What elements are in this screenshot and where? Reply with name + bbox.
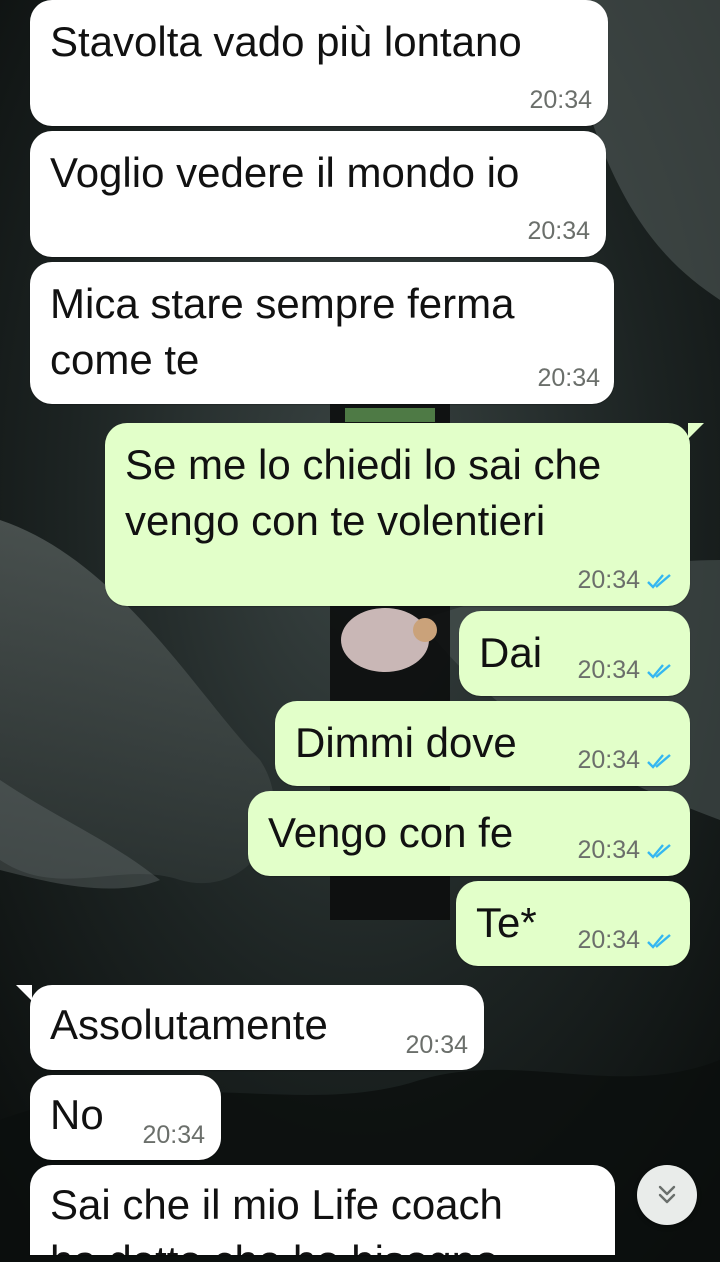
message-meta: 20:34 (577, 926, 674, 955)
message-text: Mica stare sempre ferma come te (50, 280, 515, 383)
message-text: Vengo con fe (268, 809, 514, 856)
message-bubble-incoming[interactable]: Stavolta vado più lontano 20:34 (30, 0, 608, 126)
message-bubble-incoming[interactable]: Assolutamente 20:34 (16, 985, 484, 1070)
message-time: 20:34 (577, 746, 640, 774)
message-time: 20:34 (537, 364, 600, 392)
message-time: 20:34 (527, 217, 590, 245)
message-time: 20:34 (577, 566, 640, 594)
message-bubble-incoming[interactable]: Sai che il mio Life coach ha detto che h… (30, 1165, 615, 1255)
message-meta: 20:34 (577, 566, 674, 595)
message-bubble-outgoing[interactable]: Dimmi dove 20:34 (275, 701, 690, 786)
message-meta: 20:34 (577, 656, 674, 685)
message-text: Se me lo chiedi lo sai che vengo con te … (125, 441, 602, 544)
message-time: 20:34 (577, 836, 640, 864)
message-meta: 20:34 (577, 746, 674, 775)
message-time: 20:34 (405, 1031, 468, 1059)
message-text: Voglio vedere il mondo io (50, 149, 520, 196)
message-time: 20:34 (577, 656, 640, 684)
double-chevron-down-icon (658, 1185, 676, 1204)
double-check-read-icon (647, 663, 671, 679)
message-bubble-outgoing[interactable]: Vengo con fe 20:34 (248, 791, 690, 876)
double-check-read-icon (647, 843, 671, 859)
message-time: 20:34 (142, 1121, 205, 1149)
message-text: Te* (476, 899, 537, 946)
double-check-read-icon (647, 573, 671, 589)
message-bubble-outgoing[interactable]: Dai 20:34 (459, 611, 690, 696)
message-bubble-incoming[interactable]: Mica stare sempre ferma come te 20:34 (30, 262, 614, 404)
message-time: 20:34 (577, 926, 640, 954)
message-time: 20:34 (529, 86, 592, 114)
message-bubble-incoming[interactable]: No 20:34 (30, 1075, 221, 1160)
message-bubble-incoming[interactable]: Voglio vedere il mondo io 20:34 (30, 131, 606, 257)
message-text: Dimmi dove (295, 719, 517, 766)
double-check-read-icon (647, 933, 671, 949)
message-text: Dai (479, 629, 543, 676)
message-text: Sai che il mio Life coach ha detto che h… (50, 1181, 503, 1255)
double-check-read-icon (647, 753, 671, 769)
scroll-to-bottom-button[interactable] (637, 1165, 697, 1225)
message-bubble-outgoing[interactable]: Te* 20:34 (456, 881, 690, 966)
message-text: Assolutamente (50, 1001, 328, 1048)
message-text: Stavolta vado più lontano (50, 18, 522, 65)
message-bubble-outgoing[interactable]: Se me lo chiedi lo sai che vengo con te … (105, 423, 704, 606)
message-meta: 20:34 (577, 836, 674, 865)
message-text: No (50, 1091, 104, 1138)
